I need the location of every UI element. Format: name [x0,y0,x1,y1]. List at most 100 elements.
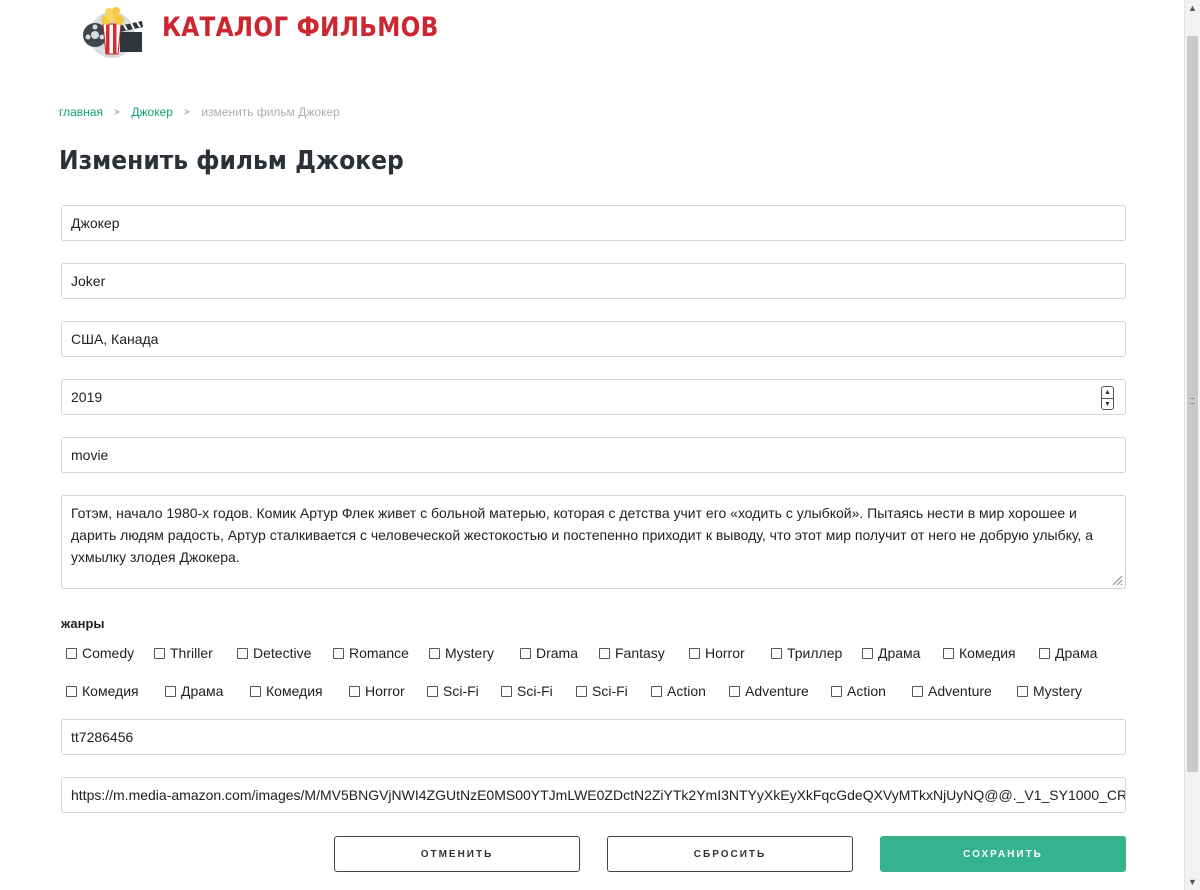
genre-label: Comedy [82,645,135,661]
genre-checkbox[interactable]: Adventure [729,683,809,699]
genre-checkbox[interactable]: Adventure [912,683,992,699]
genre-label: Romance [349,645,409,661]
breadcrumb-current: изменить фильм Джокер [201,105,340,119]
genre-label: Thriller [170,645,213,661]
genre-checkbox[interactable]: Sci-Fi [501,683,553,699]
checkbox-icon[interactable] [771,647,782,659]
type-input[interactable]: movie [61,437,1126,473]
scrollbar-thumb[interactable] [1187,36,1198,772]
country-value: США, Канада [71,331,159,347]
checkbox-icon[interactable] [1039,647,1050,659]
genre-checkbox[interactable]: Comedy [66,645,134,661]
checkbox-icon[interactable] [1017,685,1028,697]
popcorn-film-logo-icon[interactable] [76,4,148,58]
checkbox-icon[interactable] [165,685,176,697]
breadcrumb-movie-link[interactable]: Джокер [131,105,173,119]
genre-checkbox[interactable]: Horror [689,645,745,661]
checkbox-icon[interactable] [599,647,610,659]
genre-label: Action [847,683,886,699]
genre-checkbox[interactable]: Thriller [154,645,213,661]
scroll-down-icon[interactable]: ▼ [1185,874,1200,890]
genre-checkbox[interactable]: Detective [237,645,311,661]
genre-label: Комедия [266,683,323,699]
genre-checkbox[interactable]: Mystery [1017,683,1082,699]
genre-checkbox[interactable]: Mystery [429,645,494,661]
thumb-grip-icon [1190,398,1195,404]
breadcrumb-home-link[interactable]: главная [59,105,103,119]
page-scrollbar[interactable]: ▲ ▼ [1184,0,1200,890]
genre-label: Sci-Fi [517,683,553,699]
site-title[interactable]: КАТАЛОГ ФИЛЬМОВ [162,12,439,43]
title-original-value: Joker [71,273,106,289]
genre-checkbox[interactable]: Action [651,683,706,699]
breadcrumb-separator-icon: ➤ [112,106,122,118]
genre-checkbox[interactable]: Sci-Fi [427,683,479,699]
reset-button[interactable]: СБРОСИТЬ [607,836,853,872]
genre-label: Adventure [745,683,809,699]
checkbox-icon[interactable] [651,685,662,697]
checkbox-icon[interactable] [729,685,740,697]
checkbox-icon[interactable] [429,647,440,659]
genre-label: Комедия [82,683,139,699]
checkbox-icon[interactable] [831,685,842,697]
genre-label: Adventure [928,683,992,699]
checkbox-icon[interactable] [576,685,587,697]
genre-checkbox[interactable]: Комедия [250,683,323,699]
checkbox-icon[interactable] [66,685,77,697]
checkbox-icon[interactable] [237,647,248,659]
genre-label: Sci-Fi [592,683,628,699]
title-original-input[interactable]: Joker [61,263,1126,299]
genre-label: Mystery [445,645,494,661]
checkbox-icon[interactable] [66,647,77,659]
year-input[interactable]: 2019 ▲ ▼ [61,379,1126,415]
checkbox-icon[interactable] [427,685,438,697]
spinner-up-icon[interactable]: ▲ [1102,387,1113,398]
scroll-up-icon[interactable]: ▲ [1185,0,1200,16]
genre-label: Драма [181,683,224,699]
resize-grip-icon[interactable] [1111,574,1123,586]
genre-checkbox[interactable]: Комедия [943,645,1016,661]
genre-checkbox[interactable]: Drama [520,645,578,661]
genre-checkbox[interactable]: Action [831,683,886,699]
title-ru-input[interactable]: Джокер [61,205,1126,241]
checkbox-icon[interactable] [154,647,165,659]
genre-label: Mystery [1033,683,1082,699]
checkbox-icon[interactable] [501,685,512,697]
checkbox-icon[interactable] [689,647,700,659]
save-button[interactable]: СОХРАНИТЬ [880,836,1126,872]
checkbox-icon[interactable] [349,685,360,697]
genre-checkbox[interactable]: Fantasy [599,645,665,661]
genre-label: Драма [1055,645,1098,661]
breadcrumb: главная ➤ Джокер ➤ изменить фильм Джокер [59,105,340,119]
genre-label: Sci-Fi [443,683,479,699]
poster-url-input[interactable]: https://m.media-amazon.com/images/M/MV5B… [61,777,1126,813]
genre-checkbox[interactable]: Драма [165,683,223,699]
genre-checkbox[interactable]: Драма [1039,645,1097,661]
genre-label: Horror [365,683,405,699]
cancel-button[interactable]: ОТМЕНИТЬ [334,836,580,872]
genre-label: Horror [705,645,745,661]
checkbox-icon[interactable] [520,647,531,659]
checkbox-icon[interactable] [912,685,923,697]
imdb-id-input[interactable]: tt7286456 [61,719,1126,755]
checkbox-icon[interactable] [250,685,261,697]
title-ru-value: Джокер [71,215,120,231]
spinner-down-icon[interactable]: ▼ [1102,398,1113,410]
year-value: 2019 [71,389,103,405]
genre-checkbox[interactable]: Horror [349,683,405,699]
genre-checkbox[interactable]: Romance [333,645,409,661]
genre-label: Триллер [787,645,843,661]
genre-checkbox[interactable]: Драма [862,645,920,661]
checkbox-icon[interactable] [333,647,344,659]
description-textarea[interactable]: Готэм, начало 1980-х годов. Комик Артур … [61,495,1126,589]
genre-checkbox[interactable]: Sci-Fi [576,683,628,699]
number-spinner-icon[interactable]: ▲ ▼ [1101,386,1114,410]
description-value: Готэм, начало 1980-х годов. Комик Артур … [71,505,1094,565]
genre-label: Fantasy [615,645,665,661]
genre-checkbox[interactable]: Комедия [66,683,139,699]
checkbox-icon[interactable] [862,647,873,659]
checkbox-icon[interactable] [943,647,954,659]
genres-label: жанры [61,616,105,631]
genre-checkbox[interactable]: Триллер [771,645,842,661]
country-input[interactable]: США, Канада [61,321,1126,357]
